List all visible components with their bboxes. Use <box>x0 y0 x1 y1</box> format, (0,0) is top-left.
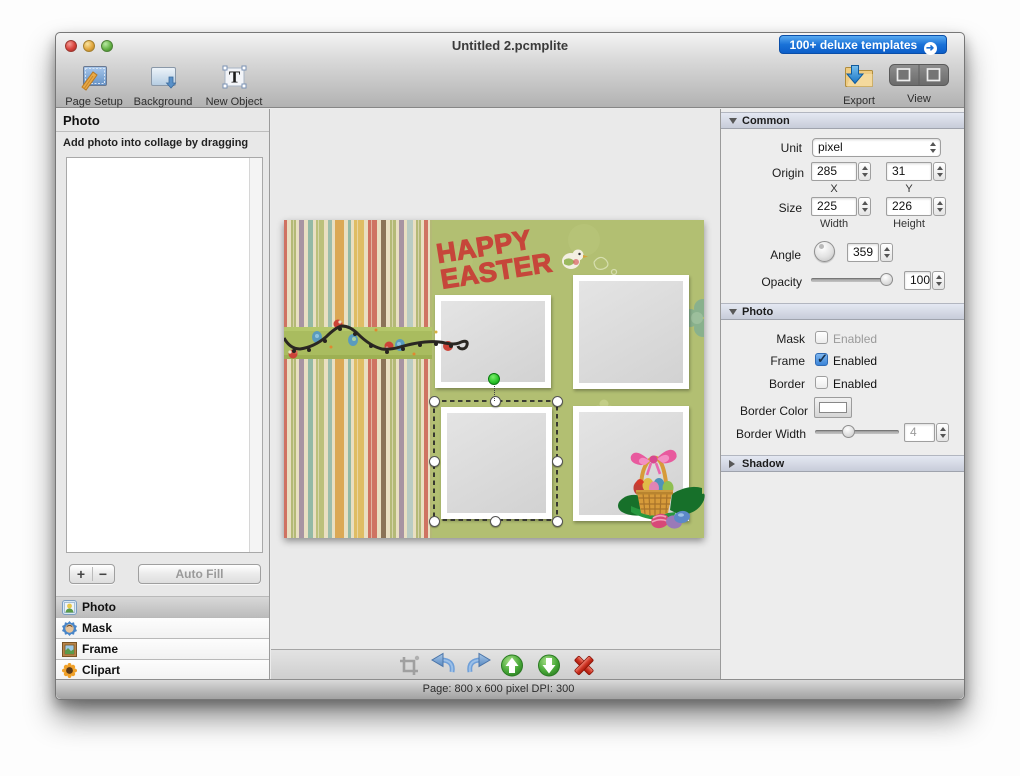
svg-text:T: T <box>229 68 241 87</box>
